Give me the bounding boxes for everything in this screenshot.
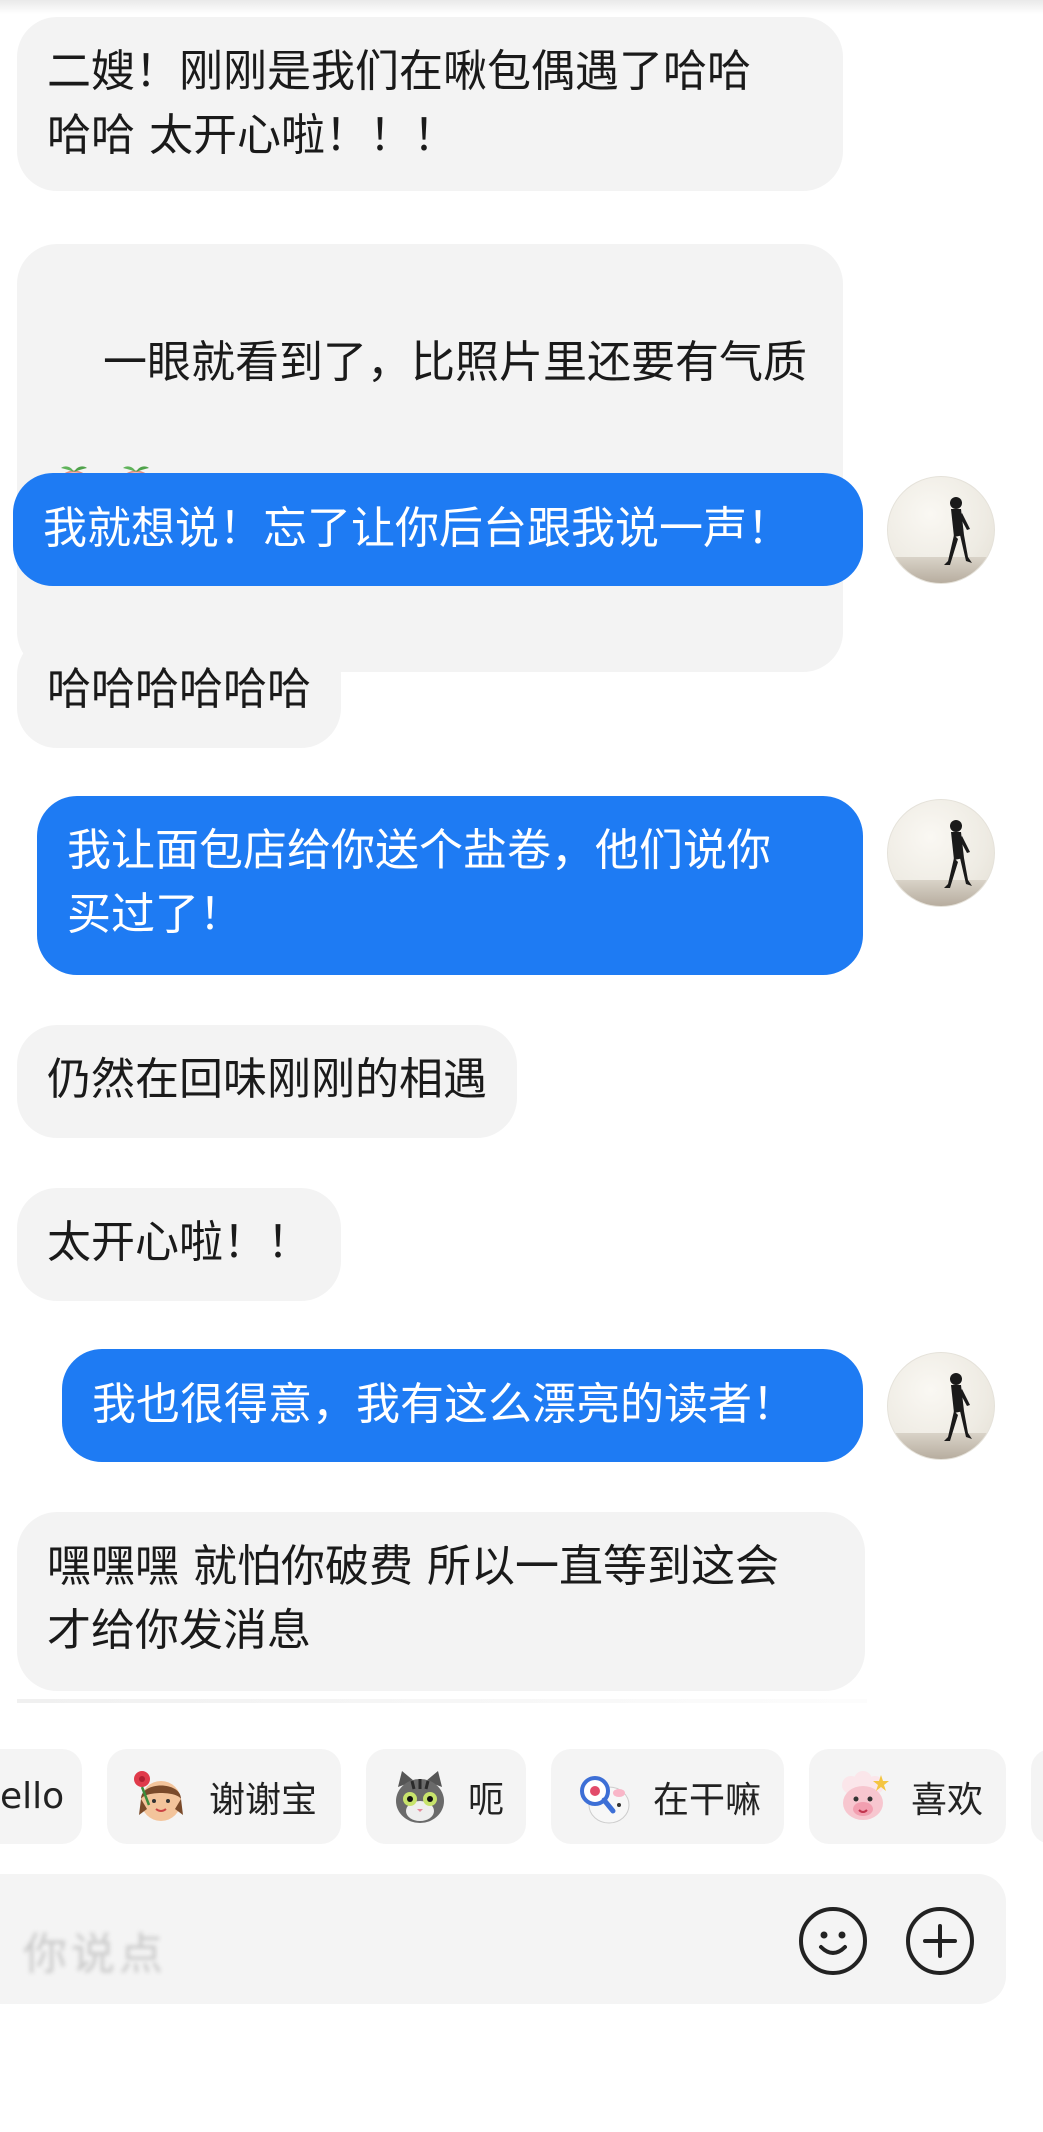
message-bubble-incoming[interactable]: 一眼就看到了，比照片里还要有气质 bbox=[17, 244, 843, 672]
tabby-cat-sticker bbox=[396, 1770, 444, 1823]
quick-reply-chip-partial[interactable] bbox=[1031, 1749, 1043, 1844]
quick-reply-label: 谢谢宝 bbox=[209, 1779, 318, 1821]
message-bubble-incoming[interactable]: 哈哈哈哈哈哈 bbox=[17, 635, 341, 748]
message-text: 一眼就看到了，比照片里还要有气质 bbox=[102, 337, 807, 388]
list-fade-divider bbox=[17, 1699, 867, 1703]
message-bubble-outgoing[interactable]: 我就想说！忘了让你后台跟我说一声！ bbox=[13, 473, 863, 586]
message-bubble-incoming[interactable]: 太开心啦！！ bbox=[17, 1188, 341, 1301]
message-bubble-outgoing[interactable]: 我也很得意，我有这么漂亮的读者！ bbox=[62, 1349, 863, 1462]
person-silhouette-icon bbox=[944, 820, 972, 888]
message-input-placeholder[interactable]: 你说点 bbox=[23, 1918, 167, 1982]
quick-reply-label: ello bbox=[0, 1776, 65, 1817]
magnifier-sticker bbox=[580, 1775, 630, 1823]
message-bubble-incoming[interactable]: 仍然在回味刚刚的相遇 bbox=[17, 1025, 517, 1138]
person-silhouette-icon bbox=[944, 1373, 972, 1441]
quick-reply-label: 喜欢 bbox=[911, 1779, 984, 1821]
pink-sheep-sticker bbox=[842, 1770, 889, 1820]
message-bubble-outgoing[interactable]: 我让面包店给你送个盐卷，他们说你 买过了！ bbox=[37, 796, 863, 975]
top-shadow bbox=[0, 0, 1043, 14]
smiley-icon[interactable] bbox=[799, 1907, 867, 1975]
message-bubble-incoming[interactable]: 嘿嘿嘿 就怕你破费 所以一直等到这会 才给你发消息 bbox=[17, 1512, 865, 1691]
avatar[interactable] bbox=[887, 1352, 995, 1460]
quick-reply-chip[interactable]: ello bbox=[0, 1749, 82, 1844]
chat-screen: 二嫂！刚刚是我们在啾包偶遇了哈哈 哈哈 太开心啦！！！ 一眼就看到了，比照片里还… bbox=[0, 0, 1043, 2132]
message-bubble-incoming[interactable]: 二嫂！刚刚是我们在啾包偶遇了哈哈 哈哈 太开心啦！！！ bbox=[17, 17, 843, 191]
avatar[interactable] bbox=[887, 799, 995, 907]
avatar[interactable] bbox=[887, 476, 995, 584]
quick-reply-chip[interactable]: 呃 bbox=[366, 1749, 526, 1844]
quick-reply-label: 呃 bbox=[468, 1779, 505, 1821]
quick-reply-chip[interactable]: 在干嘛 bbox=[551, 1749, 784, 1844]
quick-reply-chip[interactable]: 谢谢宝 bbox=[107, 1749, 341, 1844]
person-silhouette-icon bbox=[944, 497, 972, 565]
plus-icon[interactable] bbox=[906, 1907, 974, 1975]
quick-reply-label: 在干嘛 bbox=[653, 1779, 762, 1821]
quick-reply-chip[interactable]: 喜欢 bbox=[809, 1749, 1006, 1844]
girl-with-rose-sticker bbox=[134, 1770, 183, 1821]
